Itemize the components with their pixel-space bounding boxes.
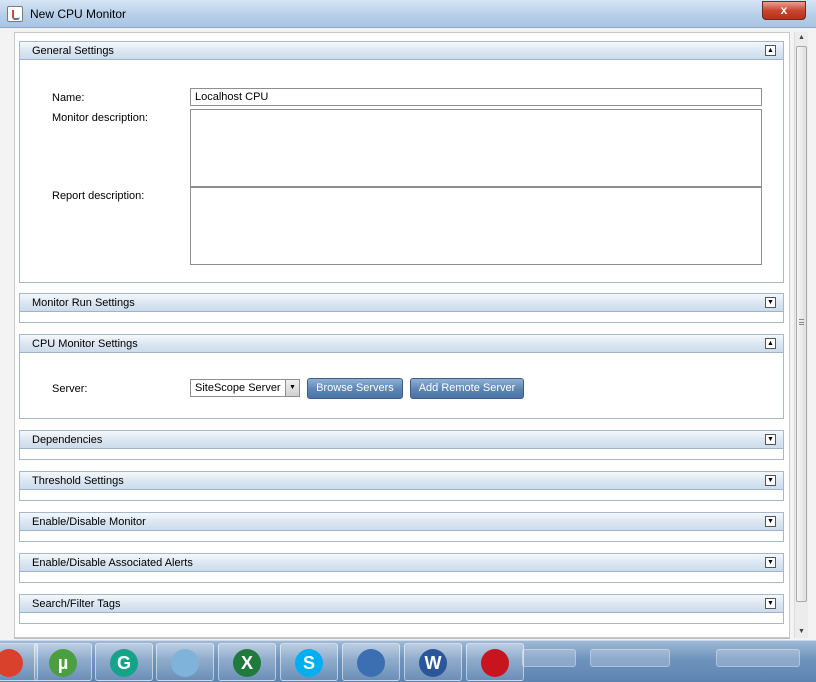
expand-icon[interactable]: ▼ (765, 297, 776, 308)
server-select-value: SiteScope Server (195, 382, 281, 394)
report-description-label: Report description: (52, 190, 145, 202)
panel-title: Threshold Settings (32, 475, 124, 487)
panel-title: CPU Monitor Settings (32, 338, 138, 350)
window-titlebar[interactable]: New CPU Monitor x (0, 0, 816, 28)
background-button (522, 649, 576, 667)
panel-title: Search/Filter Tags (32, 598, 121, 610)
taskbar-button[interactable]: G (95, 643, 153, 681)
taskbar-button[interactable] (0, 643, 38, 681)
enable-disable-monitor-panel: Enable/Disable Monitor ▼ (19, 512, 784, 542)
window-title: New CPU Monitor (30, 7, 127, 21)
enable-disable-alerts-panel: Enable/Disable Associated Alerts ▼ (19, 553, 784, 583)
server-select[interactable]: SiteScope Server ▼ (190, 379, 300, 397)
dependencies-panel: Dependencies ▼ (19, 430, 784, 460)
divider (14, 638, 790, 639)
general-settings-panel: General Settings ▲ Name: Localhost CPU M… (19, 41, 784, 283)
taskbar-button[interactable] (156, 643, 214, 681)
taskbar-button[interactable] (342, 643, 400, 681)
word-icon: W (419, 649, 447, 677)
name-input[interactable]: Localhost CPU (190, 88, 762, 106)
monitor-run-settings-header[interactable]: Monitor Run Settings ▼ (20, 294, 783, 312)
skype-icon: S (295, 649, 323, 677)
monitor-run-settings-panel: Monitor Run Settings ▼ (19, 293, 784, 323)
panel-title: Enable/Disable Associated Alerts (32, 557, 193, 569)
scroll-down-icon[interactable]: ▼ (795, 626, 808, 638)
utorrent-icon: µ (49, 649, 77, 677)
collapse-icon[interactable]: ▲ (765, 45, 776, 56)
name-label: Name: (52, 92, 85, 104)
close-button[interactable]: x (762, 1, 806, 20)
enable-disable-alerts-header[interactable]: Enable/Disable Associated Alerts ▼ (20, 554, 783, 572)
expand-icon[interactable]: ▼ (765, 475, 776, 486)
threshold-settings-panel: Threshold Settings ▼ (19, 471, 784, 501)
server-label: Server: (52, 383, 88, 395)
cpu-monitor-settings-panel: CPU Monitor Settings ▲ Server: SiteScope… (19, 334, 784, 419)
settings-content: General Settings ▲ Name: Localhost CPU M… (14, 32, 790, 638)
background-button (716, 649, 800, 667)
chrome-icon (0, 649, 23, 677)
panel-title: Dependencies (32, 434, 103, 446)
background-button (590, 649, 670, 667)
dependencies-header[interactable]: Dependencies ▼ (20, 431, 783, 449)
threshold-settings-header[interactable]: Threshold Settings ▼ (20, 472, 783, 490)
scroll-thumb[interactable] (796, 46, 807, 602)
vertical-scrollbar[interactable]: ▲ ▼ (794, 32, 808, 638)
expand-icon[interactable]: ▼ (765, 598, 776, 609)
report-description-textarea[interactable] (190, 187, 762, 265)
taskbar-button[interactable] (466, 643, 524, 681)
search-filter-tags-header[interactable]: Search/Filter Tags ▼ (20, 595, 783, 613)
panel-title: Monitor Run Settings (32, 297, 135, 309)
notepad-icon (171, 649, 199, 677)
chevron-down-icon[interactable]: ▼ (285, 380, 299, 396)
grammarly-icon: G (110, 649, 138, 677)
window-body: General Settings ▲ Name: Localhost CPU M… (0, 28, 816, 640)
monitor-description-label: Monitor description: (52, 112, 148, 124)
browse-servers-button[interactable]: Browse Servers (307, 378, 403, 399)
collapse-icon[interactable]: ▲ (765, 338, 776, 349)
expand-icon[interactable]: ▼ (765, 557, 776, 568)
monitor-description-textarea[interactable] (190, 109, 762, 187)
search-filter-tags-panel: Search/Filter Tags ▼ (19, 594, 784, 624)
grip-icon (799, 319, 804, 325)
taskbar-button[interactable]: S (280, 643, 338, 681)
expand-icon[interactable]: ▼ (765, 516, 776, 527)
panel-title: Enable/Disable Monitor (32, 516, 146, 528)
enable-disable-monitor-header[interactable]: Enable/Disable Monitor ▼ (20, 513, 783, 531)
remote-desktop-icon (357, 649, 385, 677)
taskbar: µGXSW (0, 640, 816, 682)
cpu-monitor-settings-header[interactable]: CPU Monitor Settings ▲ (20, 335, 783, 353)
acrobat-icon (481, 649, 509, 677)
excel-icon: X (233, 649, 261, 677)
taskbar-button[interactable]: X (218, 643, 276, 681)
java-app-icon (7, 6, 23, 22)
taskbar-button[interactable]: µ (34, 643, 92, 681)
add-remote-server-button[interactable]: Add Remote Server (410, 378, 524, 399)
taskbar-button[interactable]: W (404, 643, 462, 681)
scroll-up-icon[interactable]: ▲ (795, 32, 808, 44)
panel-title: General Settings (32, 45, 114, 57)
general-settings-header[interactable]: General Settings ▲ (20, 42, 783, 60)
expand-icon[interactable]: ▼ (765, 434, 776, 445)
